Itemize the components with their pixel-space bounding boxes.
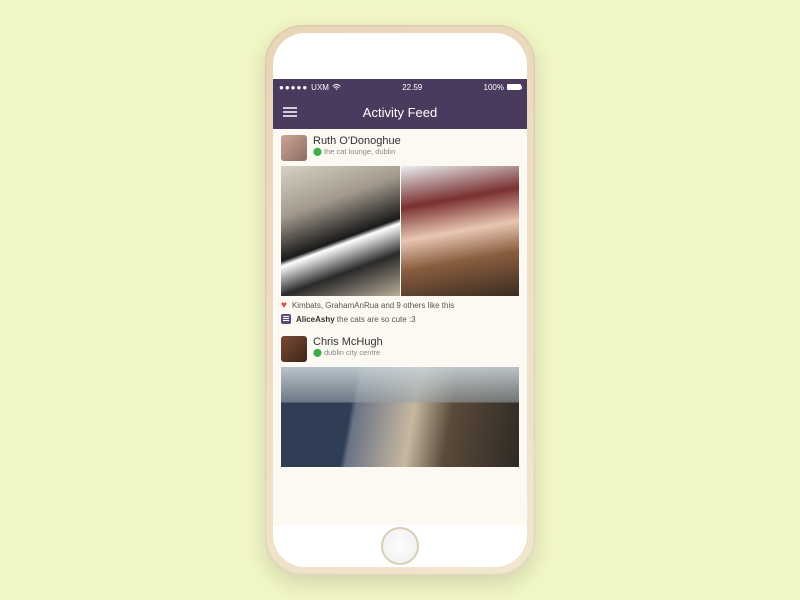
page-title: Activity Feed bbox=[273, 105, 527, 120]
signal-dots-icon: ●●●●● bbox=[279, 83, 308, 92]
status-bar: ●●●●● UXM 22.59 100% bbox=[273, 79, 527, 95]
app-header: Activity Feed bbox=[273, 95, 527, 129]
wifi-icon bbox=[332, 84, 341, 91]
post-image[interactable] bbox=[281, 166, 400, 296]
battery-percent: 100% bbox=[484, 83, 504, 92]
post-location[interactable]: the cat lounge, dublin bbox=[324, 147, 395, 156]
location-pin-icon: ⬤ bbox=[313, 147, 322, 156]
feed-post: Ruth O'Donoghue ⬤ the cat lounge, dublin… bbox=[273, 129, 527, 324]
activity-feed[interactable]: Ruth O'Donoghue ⬤ the cat lounge, dublin… bbox=[273, 129, 527, 525]
avatar[interactable] bbox=[281, 336, 307, 362]
location-pin-icon: ⬤ bbox=[313, 348, 322, 357]
post-image[interactable] bbox=[281, 367, 519, 467]
post-image[interactable] bbox=[401, 166, 520, 296]
feed-post: Chris McHugh ⬤ dublin city centre bbox=[273, 330, 527, 467]
avatar[interactable] bbox=[281, 135, 307, 161]
menu-button[interactable] bbox=[273, 95, 307, 129]
post-author[interactable]: Chris McHugh bbox=[313, 336, 383, 348]
carrier-label: UXM bbox=[311, 83, 329, 92]
comment-text: AliceAshy the cats are so cute :3 bbox=[296, 315, 416, 324]
post-media[interactable] bbox=[281, 367, 519, 467]
post-author[interactable]: Ruth O'Donoghue bbox=[313, 135, 401, 147]
likes-row[interactable]: ♥ Kimbats, GrahamAnRua and 9 others like… bbox=[281, 300, 519, 311]
clock: 22.59 bbox=[402, 83, 422, 92]
post-location[interactable]: dublin city centre bbox=[324, 348, 380, 357]
app-screen: ●●●●● UXM 22.59 100% Activity Feed bbox=[273, 79, 527, 525]
heart-icon[interactable]: ♥ bbox=[281, 300, 287, 311]
comment-row[interactable]: AliceAshy the cats are so cute :3 bbox=[281, 314, 519, 324]
comment-icon bbox=[281, 314, 291, 324]
post-media[interactable] bbox=[281, 166, 519, 296]
battery-icon bbox=[507, 84, 521, 90]
likes-text: Kimbats, GrahamAnRua and 9 others like t… bbox=[292, 301, 454, 310]
hamburger-icon bbox=[283, 107, 297, 117]
phone-frame: ●●●●● UXM 22.59 100% Activity Feed bbox=[265, 25, 535, 575]
home-button[interactable] bbox=[381, 527, 419, 565]
